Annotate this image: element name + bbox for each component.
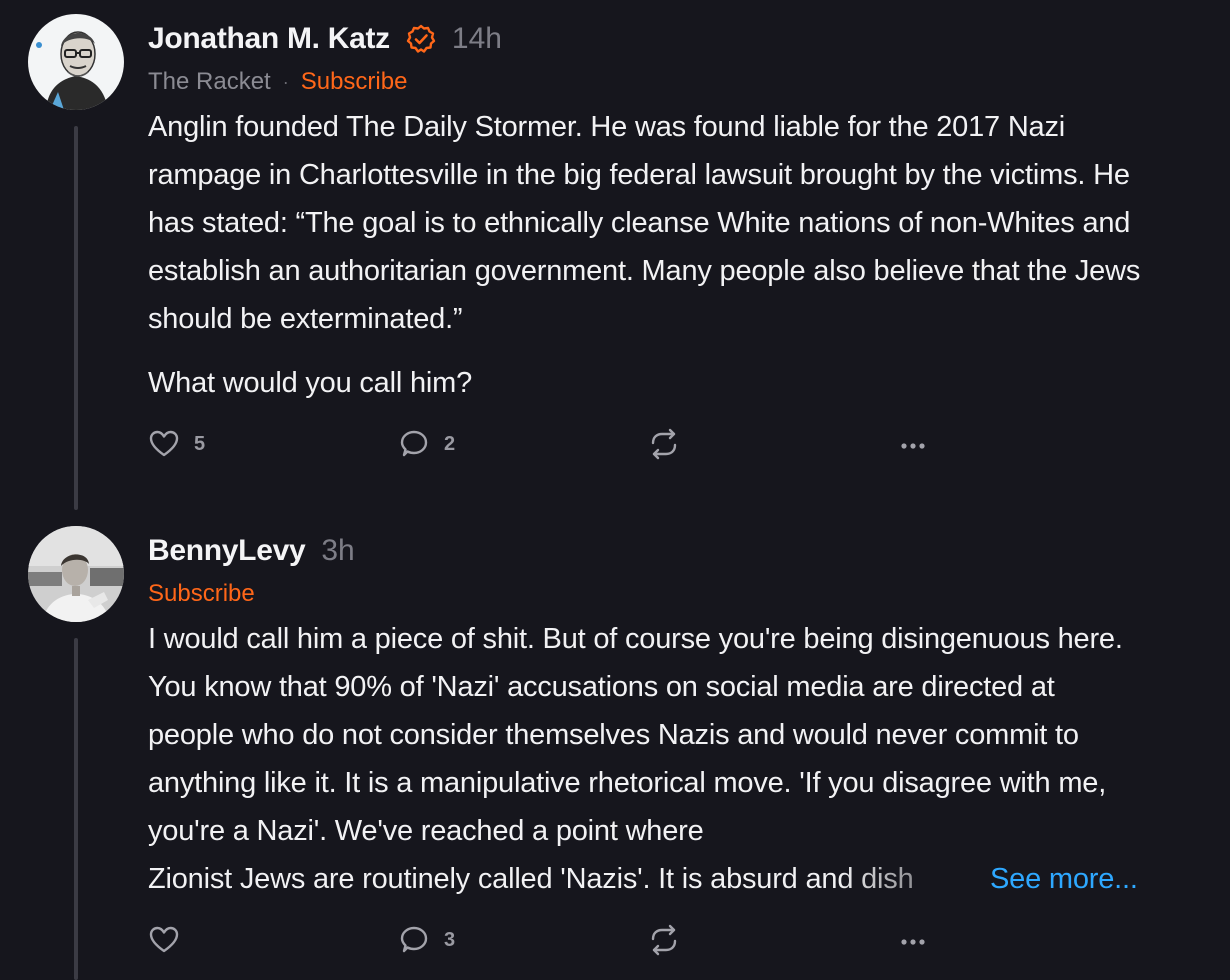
reply-count: 3 [444,928,456,951]
restack-icon [651,924,677,956]
comment-paragraph: What would you call him? [148,367,473,399]
comment-bubble-icon [400,430,428,457]
restack-button[interactable] [648,924,680,956]
more-options-button[interactable] [898,432,928,460]
comment-paragraph: I would call him a piece of shit. But of… [148,623,1123,847]
thread-line [74,126,78,510]
reply-button[interactable]: 3 [398,924,455,956]
publication-row: Subscribe [148,578,255,610]
comment-body: I would call him a piece of shit. But of… [148,615,1148,903]
more-dots-icon [901,939,925,945]
like-button[interactable]: 5 [148,428,205,460]
publication-row: The Racket · Subscribe [148,66,407,98]
timestamp: 3h [321,534,355,567]
heart-icon [149,926,179,953]
restack-icon [651,428,677,460]
thread-line [74,638,78,980]
more-options-button[interactable] [898,928,928,956]
reply-count: 2 [444,432,456,455]
comment-paragraph: Anglin founded The Daily Stormer. He was… [148,111,1141,335]
comment-body: Anglin founded The Daily Stormer. He was… [148,103,1148,407]
comment-actions: 3 [148,924,948,960]
comment-header: BennyLevy 3h [148,530,355,572]
reply-button[interactable]: 2 [398,428,455,460]
restack-button[interactable] [648,428,680,460]
avatar[interactable] [28,526,124,622]
author-name[interactable]: BennyLevy [148,534,306,568]
like-count: 5 [194,432,206,455]
comment-bubble-icon [400,926,428,953]
truncated-line: Zionist Jews are routinely called 'Nazis… [148,855,1148,903]
see-more-link[interactable]: See more... [990,855,1138,903]
heart-icon [149,430,179,457]
avatar[interactable] [28,14,124,110]
verified-check-icon [406,24,436,53]
faded-text: Zionist Jews are routinely called 'Nazis… [148,863,914,895]
publication-name[interactable]: The Racket [148,68,271,96]
subscribe-link[interactable]: Subscribe [148,580,255,608]
comment-header: Jonathan M. Katz 14h [148,18,502,60]
author-name[interactable]: Jonathan M. Katz [148,22,390,56]
like-button[interactable] [148,924,194,956]
more-dots-icon [901,443,925,449]
comment-thread: Jonathan M. Katz 14h The Racket · Subscr… [0,0,1230,980]
separator-dot: · [282,71,289,92]
subscribe-link[interactable]: Subscribe [301,68,408,96]
timestamp: 14h [451,22,502,55]
comment-actions: 5 2 [148,428,948,464]
